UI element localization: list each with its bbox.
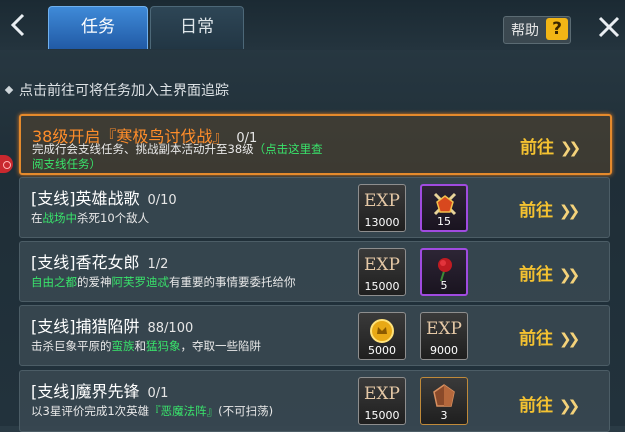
hint-text: 点击前往可将任务加入主界面追踪 [19, 83, 229, 99]
reward-amount: 15000 [364, 409, 400, 422]
question-icon: ? [546, 18, 568, 40]
quest-description: 自由之都的爱神阿芙罗迪忒有重要的事情要委托给你 [31, 275, 296, 289]
exp-icon: EXP [364, 384, 400, 404]
reward-amount: 13000 [364, 216, 400, 229]
quest-count: 88/100 [147, 321, 194, 336]
top-bar: 任务 日常 帮助 ? [0, 0, 625, 50]
quest-title: [支线]英雄战歌 0/10 [31, 189, 177, 208]
sword-emblem-icon [433, 192, 457, 216]
tab-quests[interactable]: 任务 [48, 6, 148, 49]
reward-amount: 5 [440, 279, 448, 292]
quest-row[interactable]: [支线]魔界先锋 0/1 以3星评价完成1次英雄『恶魔法阵』(不可扫荡) EXP … [19, 370, 610, 432]
reward-exp[interactable]: EXP 13000 [358, 184, 406, 232]
goto-button[interactable]: 前往 ❯❯ [519, 324, 599, 349]
back-icon[interactable] [6, 12, 30, 38]
reward-amount: 15000 [364, 280, 400, 293]
double-chevron-icon: ❯❯ [559, 397, 580, 415]
exp-icon: EXP [364, 255, 400, 275]
goto-button[interactable]: 前往 ❯❯ [519, 260, 599, 285]
goto-button[interactable]: 前往 ❯❯ [519, 391, 599, 416]
reward-amount: 3 [440, 409, 448, 422]
reward-exp[interactable]: EXP 15000 [358, 248, 406, 296]
help-button[interactable]: 帮助 ? [503, 16, 571, 44]
goto-button[interactable]: 前往 ❯❯ [519, 196, 599, 221]
rose-icon [438, 258, 452, 282]
reward-item[interactable]: 15 [420, 184, 468, 232]
quest-title: [支线]捕猎陷阱 88/100 [31, 317, 194, 336]
exp-icon: EXP [364, 191, 400, 211]
quest-link[interactable]: （点击这里查 [254, 142, 323, 156]
quest-description: 击杀巨象平原的蛮族和猛犸象，夺取一些陷阱 [31, 339, 261, 353]
goto-button[interactable]: 前往 ❯❯ [520, 133, 600, 158]
gold-coin-icon [370, 319, 394, 343]
quest-row[interactable]: [支线]捕猎陷阱 88/100 击杀巨象平原的蛮族和猛犸象，夺取一些陷阱 5000… [19, 305, 610, 366]
quest-row[interactable]: [支线]英雄战歌 0/10 在战场中杀死10个敌人 EXP 13000 15 前往… [19, 177, 610, 238]
quest-row[interactable]: [支线]香花女郎 1/2 自由之都的爱神阿芙罗迪忒有重要的事情要委托给你 EXP … [19, 241, 610, 302]
close-icon[interactable] [596, 14, 622, 40]
double-chevron-icon: ❯❯ [560, 139, 581, 157]
tab-daily[interactable]: 日常 [150, 6, 244, 49]
reward-item[interactable]: 3 [420, 377, 468, 425]
quest-count: 0/10 [147, 193, 177, 208]
exp-icon: EXP [426, 319, 462, 339]
quest-count: 1/2 [147, 257, 169, 272]
reward-amount: 15 [437, 215, 451, 228]
quest-title: [支线]香花女郎 1/2 [31, 253, 169, 272]
ore-crystal-icon [433, 384, 455, 407]
double-chevron-icon: ❯❯ [559, 202, 580, 220]
double-chevron-icon: ❯❯ [559, 266, 580, 284]
quest-row[interactable]: 38级开启『寒极鸟讨伐战』 0/1 完成行会支线任务、挑战副本活动升至38级（点击… [19, 114, 612, 175]
help-label: 帮助 [511, 23, 539, 39]
quest-description: 完成行会支线任务、挑战副本活动升至38级（点击这里查 阅支线任务） [32, 142, 323, 171]
quest-count: 0/1 [147, 386, 169, 401]
notification-icon [0, 155, 13, 173]
reward-gold[interactable]: 5000 [358, 312, 406, 360]
diamond-bullet-icon [4, 85, 14, 95]
reward-exp[interactable]: EXP 9000 [420, 312, 468, 360]
tracking-hint: 点击前往可将任务加入主界面追踪 [4, 80, 229, 100]
reward-exp[interactable]: EXP 15000 [358, 377, 406, 425]
reward-amount: 9000 [430, 344, 458, 357]
quest-title: [支线]魔界先锋 0/1 [31, 382, 169, 401]
double-chevron-icon: ❯❯ [559, 330, 580, 348]
reward-item[interactable]: 5 [420, 248, 468, 296]
quest-description: 在战场中杀死10个敌人 [31, 211, 150, 225]
quest-description: 以3星评价完成1次英雄『恶魔法阵』(不可扫荡) [31, 404, 274, 418]
reward-amount: 5000 [368, 344, 396, 357]
